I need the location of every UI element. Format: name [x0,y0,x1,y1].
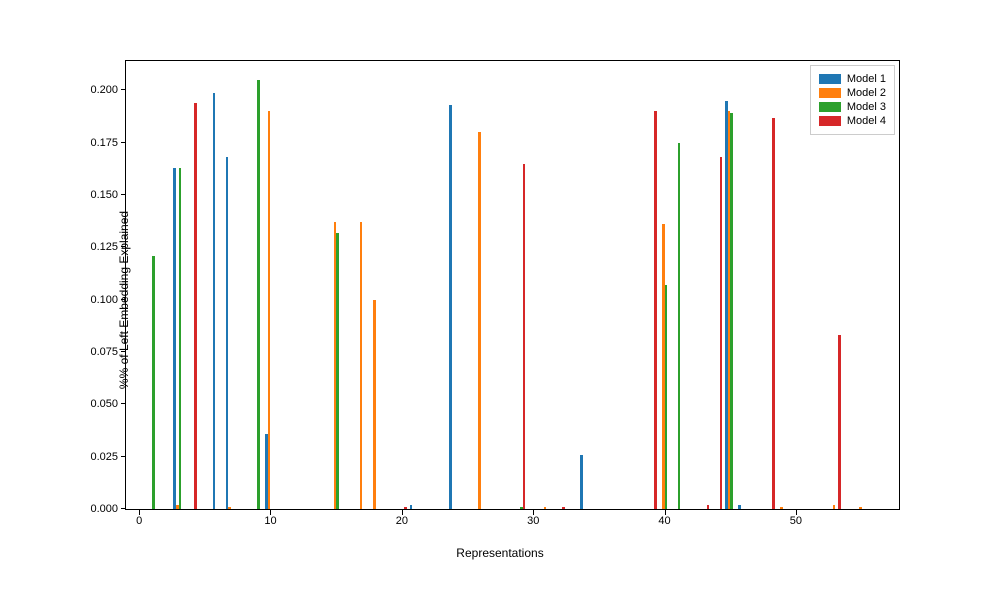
y-tick-mark [121,89,126,90]
bar [228,507,231,509]
bar [410,505,413,509]
y-tick-label: 0.025 [90,451,126,463]
bar [194,103,197,509]
bar [544,507,547,509]
x-axis-label: Representations [456,546,543,560]
legend-item: Model 4 [819,115,886,127]
y-tick-mark [121,456,126,457]
bar [360,222,363,509]
bar [833,505,836,509]
legend: Model 1 Model 2 Model 3 Model 4 [810,65,895,135]
y-tick-mark [121,403,126,404]
legend-label: Model 4 [847,115,886,127]
plot-area: 0.0000.0250.0500.0750.1000.1250.1500.175… [125,60,900,510]
bar [179,168,182,509]
bar [772,118,775,509]
y-tick-mark [121,508,126,509]
y-tick-mark [121,142,126,143]
x-tick-mark [665,510,666,515]
legend-item: Model 1 [819,73,886,85]
bar [720,157,723,509]
y-tick-label: 0.200 [90,84,126,96]
bar [730,113,733,509]
bar [780,507,783,509]
legend-item: Model 2 [819,87,886,99]
legend-label: Model 2 [847,87,886,99]
x-tick-mark [402,510,403,515]
bar [373,300,376,509]
bar [152,256,155,509]
bar [336,233,339,509]
legend-label: Model 1 [847,73,886,85]
legend-swatch [819,88,841,98]
legend-swatch [819,74,841,84]
y-tick-mark [121,194,126,195]
bar [859,507,862,509]
x-tick-mark [796,510,797,515]
y-tick-label: 0.050 [90,398,126,410]
y-axis-label: %% of Left Embedding Explained [117,211,131,389]
y-tick-label: 0.175 [90,137,126,149]
legend-item: Model 3 [819,101,886,113]
bar [404,507,407,509]
bar [580,455,583,509]
x-tick-mark [139,510,140,515]
bar [738,505,741,509]
bar [707,505,710,509]
bar [449,105,452,509]
bar [562,507,565,509]
bar [478,132,481,509]
bar [213,93,216,510]
bar [257,80,260,509]
legend-swatch [819,116,841,126]
y-tick-label: 0.150 [90,189,126,201]
bar [226,157,229,509]
x-tick-mark [270,510,271,515]
x-tick-mark [533,510,534,515]
bar [838,335,841,509]
legend-swatch [819,102,841,112]
chart-container: 0.0000.0250.0500.0750.1000.1250.1500.175… [0,0,1000,600]
legend-label: Model 3 [847,101,886,113]
bar [654,111,657,509]
y-tick-label: 0.000 [90,503,126,515]
bar [523,164,526,509]
bar [665,285,668,509]
bar [173,168,176,509]
bar [678,143,681,509]
bar [268,111,271,509]
